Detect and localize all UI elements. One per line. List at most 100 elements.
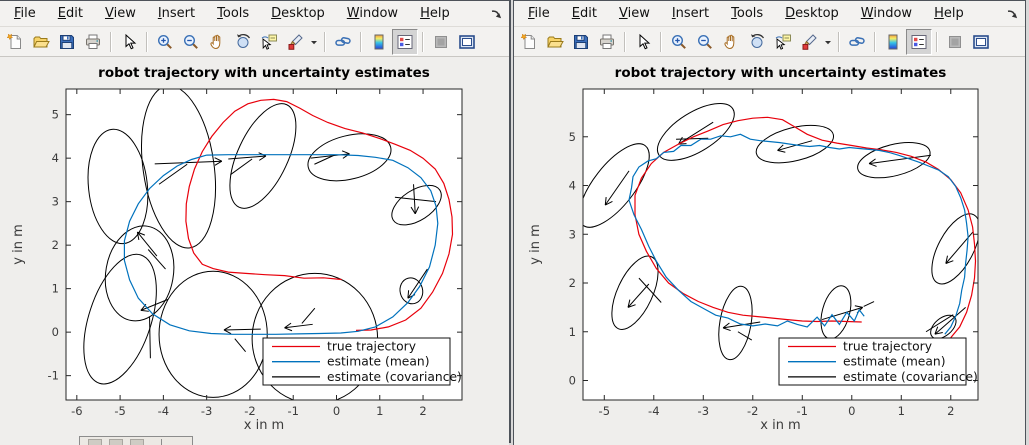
hide-plot-tools-icon[interactable] (428, 29, 454, 55)
insert-legend-icon[interactable] (392, 29, 418, 55)
hidden-icon (88, 439, 102, 445)
toolbar (514, 27, 1025, 57)
open-file-icon[interactable] (28, 29, 54, 55)
pan-hand-icon[interactable] (204, 29, 230, 55)
menu-item-insert[interactable]: Insert (147, 4, 206, 23)
x-tick-label: -3 (201, 404, 212, 418)
y-tick-label: -1 (48, 369, 59, 383)
print-figure-icon[interactable] (594, 29, 620, 55)
x-tick-label: 2 (947, 404, 954, 418)
pan-hand-icon[interactable] (718, 29, 744, 55)
x-tick-label: 0 (848, 404, 855, 418)
zoom-out-icon[interactable] (692, 29, 718, 55)
hidden-icon (109, 439, 123, 445)
divider (161, 439, 162, 445)
zoom-in-icon[interactable] (666, 29, 692, 55)
data-cursor-icon[interactable] (770, 29, 796, 55)
menu-item-view[interactable]: View (608, 4, 661, 23)
menu-item-desktop[interactable]: Desktop (260, 4, 336, 23)
dropdown-caret-icon[interactable] (308, 29, 320, 55)
menu-item-tools[interactable]: Tools (206, 4, 260, 23)
x-tick-label: -5 (114, 404, 125, 418)
new-figure-icon[interactable] (516, 29, 542, 55)
dock-figure-arrow-icon[interactable] (1006, 6, 1020, 20)
x-tick-label: -4 (648, 404, 659, 418)
toolbar-separator (874, 32, 876, 52)
x-tick-label: -5 (599, 404, 610, 418)
menu-item-desktop[interactable]: Desktop (774, 4, 850, 23)
open-file-icon[interactable] (542, 29, 568, 55)
hide-plot-tools-icon[interactable] (942, 29, 968, 55)
y-axis-label: y in m (11, 224, 26, 264)
toolbar (0, 27, 509, 57)
zoom-in-icon[interactable] (152, 29, 178, 55)
print-figure-icon[interactable] (80, 29, 106, 55)
toolbar-separator (838, 32, 840, 52)
toolbar-separator (422, 32, 424, 52)
x-tick-label: 1 (376, 404, 383, 418)
legend-label: true trajectory (843, 340, 932, 354)
save-figure-icon[interactable] (54, 29, 80, 55)
y-tick-label: 1 (569, 325, 576, 339)
x-tick-label: -3 (698, 404, 709, 418)
y-tick-label: 0 (569, 374, 576, 388)
menu-item-tools[interactable]: Tools (720, 4, 774, 23)
link-plots-icon[interactable] (844, 29, 870, 55)
y-tick-label: 4 (52, 151, 59, 165)
arrowhead (408, 290, 409, 298)
y-tick-label: 5 (569, 130, 576, 144)
y-axis-label: y in m (528, 224, 543, 264)
legend-label: estimate (covariance) (327, 370, 462, 384)
menu-item-window[interactable]: Window (850, 4, 923, 23)
y-tick-label: 2 (569, 276, 576, 290)
rotate-3d-icon[interactable] (744, 29, 770, 55)
dropdown-caret-icon[interactable] (822, 29, 834, 55)
legend-label: estimate (mean) (843, 355, 946, 369)
x-axis-label: x in m (760, 418, 800, 433)
menu-item-file[interactable]: File (3, 4, 47, 23)
zoom-out-icon[interactable] (178, 29, 204, 55)
toolbar-separator (936, 32, 938, 52)
data-cursor-icon[interactable] (256, 29, 282, 55)
menu-item-file[interactable]: File (517, 4, 561, 23)
menu-item-window[interactable]: Window (336, 4, 409, 23)
menu-item-help[interactable]: Help (409, 4, 461, 23)
brush-data-icon[interactable] (282, 29, 308, 55)
menu-item-insert[interactable]: Insert (661, 4, 720, 23)
show-plot-tools-icon[interactable] (454, 29, 480, 55)
menu-item-edit[interactable]: Edit (561, 4, 608, 23)
figure-canvas: -5-4-3-2-1012012345robot trajectory with… (514, 57, 1025, 445)
menu-item-help[interactable]: Help (923, 4, 975, 23)
insert-legend-icon[interactable] (906, 29, 932, 55)
x-tick-label: 0 (333, 404, 340, 418)
menu-bar: FileEditViewInsertToolsDesktopWindowHelp (0, 1, 509, 27)
show-plot-tools-icon[interactable] (968, 29, 994, 55)
save-figure-icon[interactable] (568, 29, 594, 55)
legend-label: estimate (covariance) (843, 370, 978, 384)
menu-item-edit[interactable]: Edit (47, 4, 94, 23)
x-tick-label: -2 (747, 404, 758, 418)
x-tick-label: -1 (797, 404, 808, 418)
insert-colorbar-icon[interactable] (366, 29, 392, 55)
menu-bar: FileEditViewInsertToolsDesktopWindowHelp (514, 1, 1025, 27)
figure-canvas: -6-5-4-3-2-1012-1012345robot trajectory … (0, 57, 509, 445)
edit-plot-pointer-icon[interactable] (116, 29, 142, 55)
insert-colorbar-icon[interactable] (880, 29, 906, 55)
y-tick-label: 5 (52, 108, 59, 122)
plot-canvas-right: -5-4-3-2-1012012345robot trajectory with… (514, 57, 1025, 445)
edit-plot-pointer-icon[interactable] (630, 29, 656, 55)
new-figure-icon[interactable] (2, 29, 28, 55)
dock-figure-arrow-icon[interactable] (490, 6, 504, 20)
hidden-icon (130, 439, 144, 445)
toolbar-separator (360, 32, 362, 52)
x-tick-label: 2 (419, 404, 426, 418)
toolbar-separator (146, 32, 148, 52)
x-tick-label: -4 (158, 404, 169, 418)
brush-data-icon[interactable] (796, 29, 822, 55)
x-tick-label: -1 (287, 404, 298, 418)
link-plots-icon[interactable] (330, 29, 356, 55)
rotate-3d-icon[interactable] (230, 29, 256, 55)
menu-item-view[interactable]: View (94, 4, 147, 23)
figure-window-left: FileEditViewInsertToolsDesktopWindowHelp… (0, 0, 511, 443)
y-tick-label: 2 (52, 238, 59, 252)
